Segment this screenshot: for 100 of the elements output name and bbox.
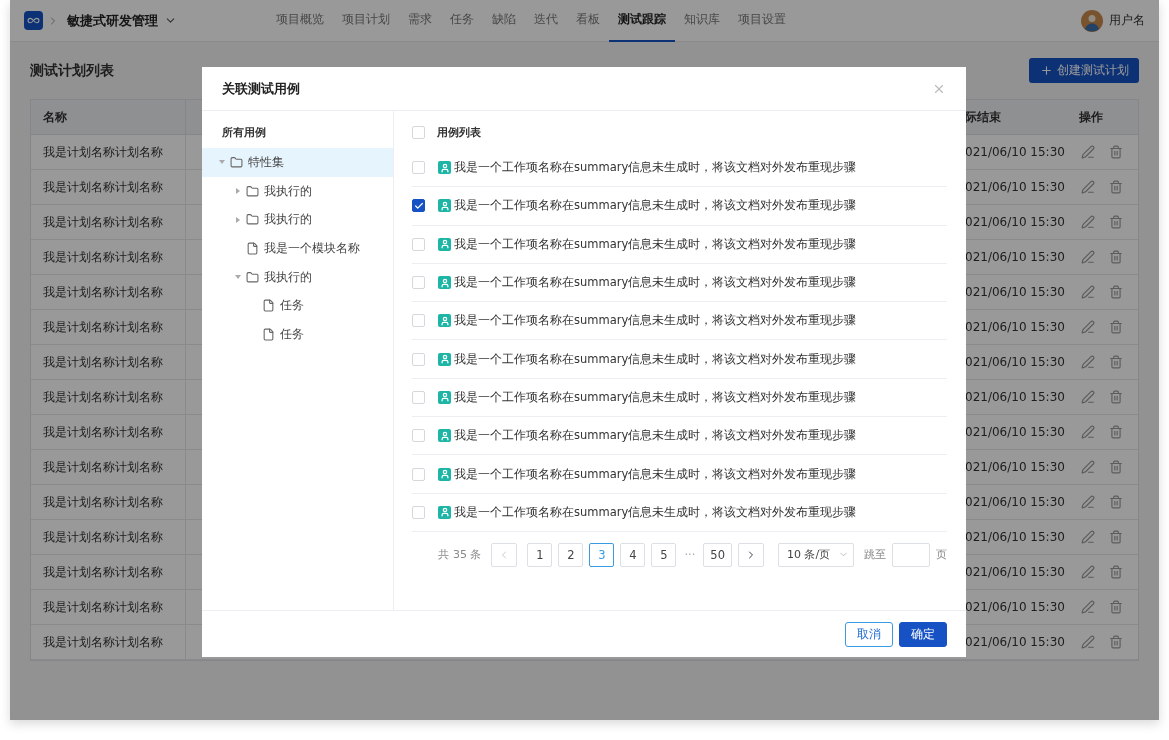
edit-icon[interactable] [1081, 425, 1095, 439]
table-cell: 我是计划名称计划名称 [31, 485, 185, 520]
tree-item[interactable]: 任务 [202, 320, 393, 349]
trash-icon[interactable] [1109, 495, 1123, 509]
page-button[interactable]: 5 [651, 542, 677, 567]
trash-icon[interactable] [1109, 565, 1123, 579]
test-case-title: 我是一个工作项名称在summary信息未生成时，将该文档对外发布重现步骤 [454, 313, 857, 329]
table-cell: 我是计划名称计划名称 [31, 380, 185, 415]
nav-tab[interactable]: 需求 [399, 0, 441, 42]
edit-icon[interactable] [1081, 180, 1095, 194]
tree-item[interactable]: 我执行的 [202, 205, 393, 235]
edit-icon[interactable] [1081, 530, 1095, 544]
edit-icon[interactable] [1081, 390, 1095, 404]
plus-icon [1039, 64, 1053, 77]
edit-icon[interactable] [1081, 460, 1095, 474]
page-button[interactable]: 1 [527, 542, 553, 567]
tree-item[interactable]: 我是一个模块名称 [202, 234, 393, 263]
folder-icon [246, 270, 259, 284]
person-icon [438, 237, 451, 251]
edit-icon[interactable] [1081, 635, 1095, 649]
trash-icon[interactable] [1109, 145, 1123, 159]
edit-icon[interactable] [1081, 600, 1095, 614]
table-cell: 我是计划名称计划名称 [31, 415, 185, 450]
trash-icon[interactable] [1109, 285, 1123, 299]
row-checkbox[interactable] [412, 199, 425, 213]
test-case-title: 我是一个工作项名称在summary信息未生成时，将该文档对外发布重现步骤 [454, 236, 857, 252]
nav-tab[interactable]: 测试跟踪 [609, 0, 675, 42]
page-size-select[interactable]: 10 条/页 [778, 542, 854, 567]
trash-icon[interactable] [1109, 320, 1123, 334]
person-icon [438, 199, 451, 213]
jump-label: 跳至 [864, 547, 886, 563]
folder-icon [246, 213, 259, 227]
tree-item-label: 任务 [280, 325, 304, 343]
test-case-title: 我是一个工作项名称在summary信息未生成时，将该文档对外发布重现步骤 [454, 389, 857, 405]
edit-icon[interactable] [1081, 215, 1095, 229]
test-case-title: 我是一个工作项名称在summary信息未生成时，将该文档对外发布重现步骤 [454, 198, 857, 214]
page-title: 测试计划列表 [30, 61, 114, 80]
folder-icon [230, 155, 243, 169]
tree-item-label: 我执行的 [264, 182, 312, 200]
avatar-icon[interactable] [1081, 9, 1103, 32]
edit-icon[interactable] [1081, 285, 1095, 299]
trash-icon[interactable] [1109, 530, 1123, 544]
table-cell: 我是计划名称计划名称 [31, 555, 185, 590]
edit-icon[interactable] [1081, 250, 1095, 264]
person-icon [438, 314, 451, 328]
caret-icon[interactable] [219, 160, 225, 165]
create-plan-button[interactable]: 创建测试计划 [1029, 58, 1139, 83]
caret-icon[interactable] [235, 275, 241, 280]
cancel-button[interactable]: 取消 [845, 621, 893, 647]
page-button[interactable]: 4 [620, 542, 646, 567]
tree-item[interactable]: 特性集 [202, 148, 393, 177]
edit-icon[interactable] [1081, 320, 1095, 334]
confirm-button[interactable]: 确定 [899, 621, 947, 647]
nav-tab[interactable]: 迭代 [525, 0, 567, 42]
test-case-title: 我是一个工作项名称在summary信息未生成时，将该文档对外发布重现步骤 [454, 160, 857, 176]
next-page-button[interactable] [738, 542, 764, 567]
nav-tab[interactable]: 项目概览 [267, 0, 333, 42]
test-case-title: 我是一个工作项名称在summary信息未生成时，将该文档对外发布重现步骤 [454, 428, 857, 444]
trash-icon[interactable] [1109, 390, 1123, 404]
trash-icon[interactable] [1109, 355, 1123, 369]
nav-tab[interactable]: 项目计划 [333, 0, 399, 42]
edit-icon[interactable] [1081, 145, 1095, 159]
edit-icon[interactable] [1081, 355, 1095, 369]
person-icon [438, 505, 451, 519]
tree-item-label: 我是一个模块名称 [264, 239, 360, 257]
table-cell: 我是计划名称计划名称 [31, 205, 185, 240]
table-cell: 我是计划名称计划名称 [31, 450, 185, 485]
caret-icon[interactable] [236, 216, 240, 223]
jump-page-field[interactable] [892, 542, 930, 567]
table-cell: 我是计划名称计划名称 [31, 275, 185, 310]
nav-tab[interactable]: 看板 [567, 0, 609, 42]
edit-icon[interactable] [1081, 495, 1095, 509]
trash-icon[interactable] [1109, 250, 1123, 264]
project-name[interactable]: 敏捷式研发管理 [67, 11, 158, 30]
caret-icon[interactable] [236, 188, 240, 195]
page-button[interactable]: 50 [703, 542, 732, 567]
trash-icon[interactable] [1109, 180, 1123, 194]
dialog-title: 关联测试用例 [222, 79, 300, 98]
trash-icon[interactable] [1109, 460, 1123, 474]
logo-icon[interactable] [24, 11, 43, 30]
nav-tab[interactable]: 缺陷 [483, 0, 525, 42]
nav-tab[interactable]: 项目设置 [729, 0, 795, 42]
trash-icon[interactable] [1109, 600, 1123, 614]
edit-icon[interactable] [1081, 565, 1095, 579]
nav-tab[interactable]: 知识库 [675, 0, 729, 42]
trash-icon[interactable] [1109, 215, 1123, 229]
table-cell: 我是计划名称计划名称 [31, 170, 185, 205]
trash-icon[interactable] [1109, 635, 1123, 649]
tree-item[interactable]: 我执行的 [202, 176, 393, 206]
file-icon [246, 241, 259, 255]
test-case-title: 我是一个工作项名称在summary信息未生成时，将该文档对外发布重现步骤 [454, 351, 857, 367]
select-all-checkbox[interactable] [412, 125, 425, 139]
person-icon [438, 467, 451, 481]
nav-tab[interactable]: 任务 [441, 0, 483, 42]
trash-icon[interactable] [1109, 425, 1123, 439]
tree-item[interactable]: 我执行的 [202, 262, 393, 292]
page-button[interactable]: 2 [558, 542, 584, 567]
user-name[interactable]: 用户名 [1109, 12, 1145, 29]
tree-item[interactable]: 任务 [202, 291, 393, 321]
table-cell: 我是计划名称计划名称 [31, 625, 185, 660]
